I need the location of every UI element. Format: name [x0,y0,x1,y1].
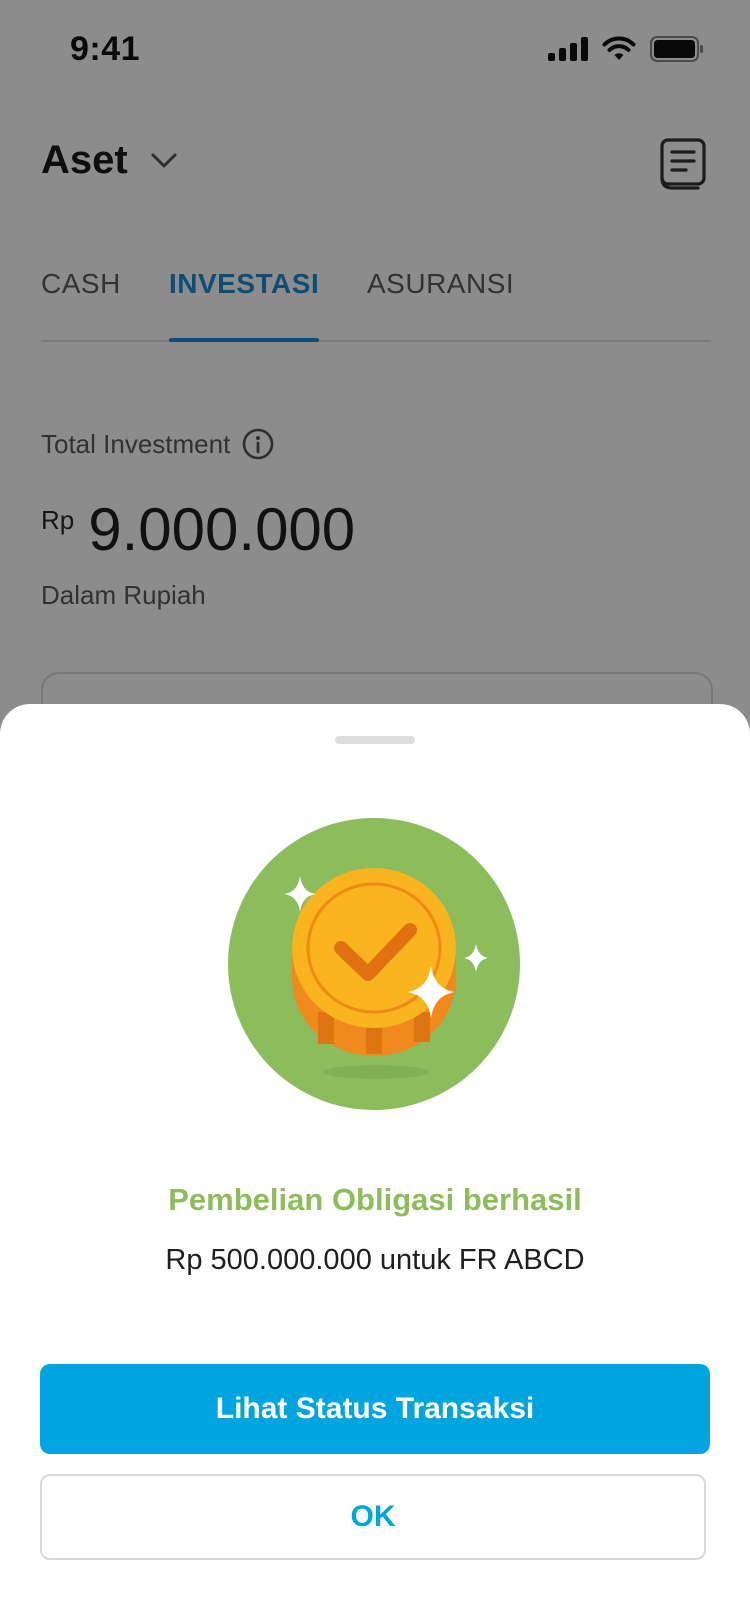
success-title: Pembelian Obligasi berhasil [168,1182,582,1217]
success-description: Rp 500.000.000 untuk FR ABCD [165,1244,585,1276]
success-bottom-sheet: Pembelian Obligasi berhasil Rp 500.000.0… [0,704,750,1624]
view-transaction-status-button[interactable]: Lihat Status Transaksi [40,1364,710,1454]
success-coin-icon [228,818,520,1110]
ok-button[interactable]: OK [40,1474,706,1560]
sheet-drag-handle[interactable] [335,736,415,744]
